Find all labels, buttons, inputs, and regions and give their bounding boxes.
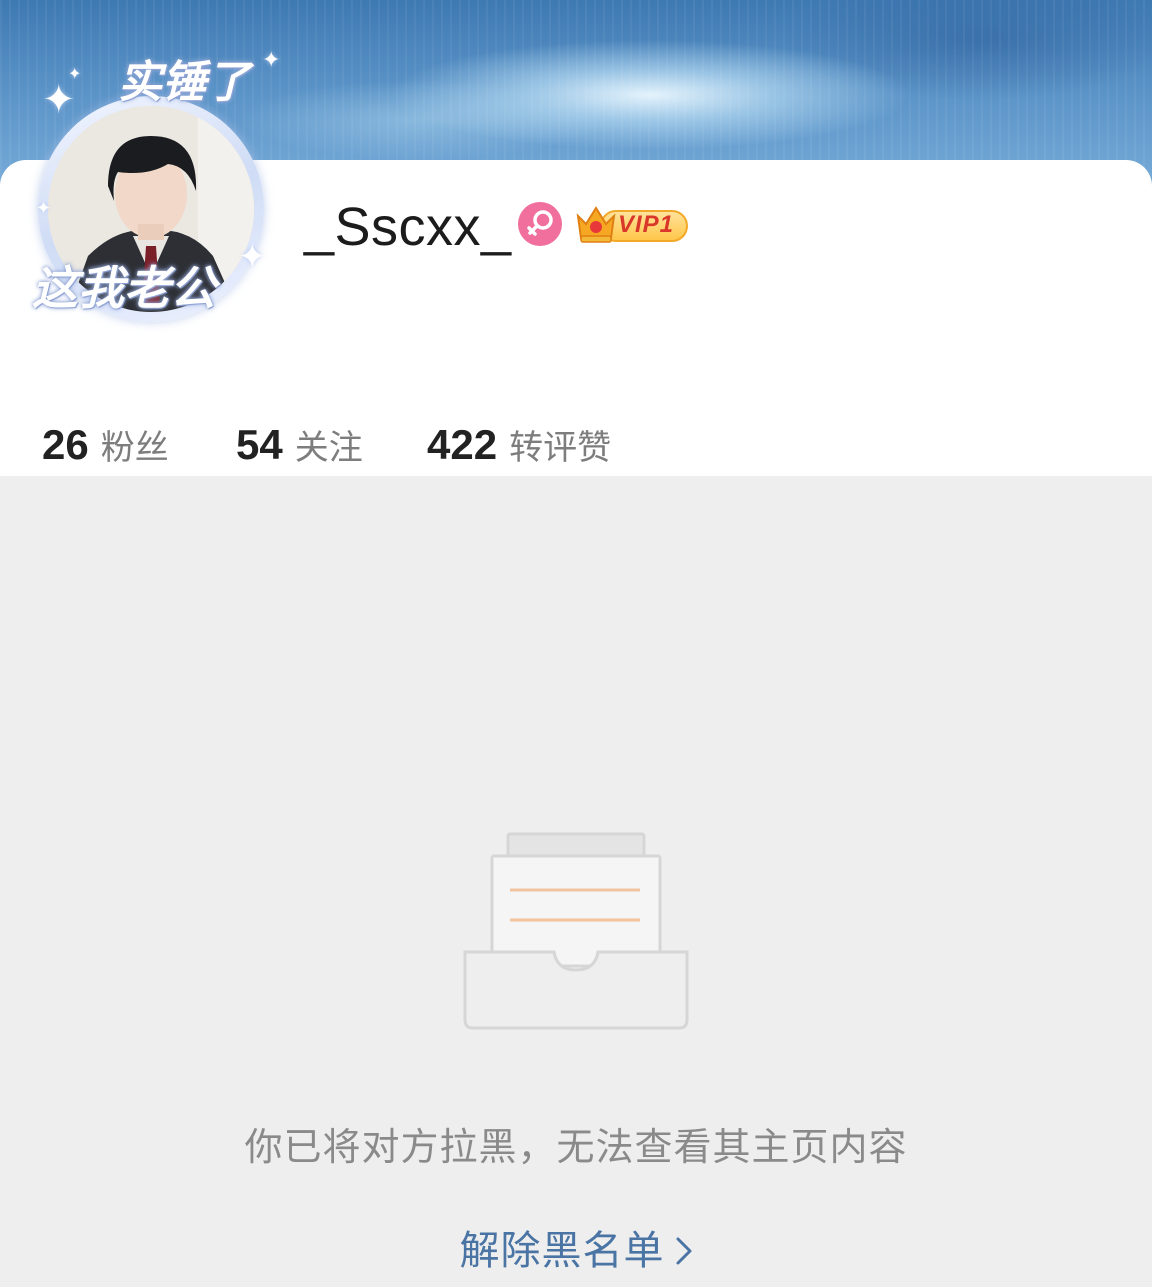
stat-label: 关注 (294, 428, 363, 468)
gender-badge (518, 202, 562, 246)
sparkle-icon: ✦ (262, 48, 281, 73)
empty-inbox-illustration (462, 832, 690, 1032)
chevron-right-icon (675, 1230, 693, 1276)
stat-following[interactable]: 54 关注 (236, 420, 363, 469)
blocked-message: 你已将对方拉黑，无法查看其主页内容 (244, 1125, 908, 1169)
stat-interactions[interactable]: 422 转评赞 (427, 420, 611, 469)
unblock-label: 解除黑名单 (459, 1228, 665, 1274)
avatar-frame-bottom-text: 这我老公 (32, 261, 216, 315)
stat-label: 粉丝 (100, 428, 169, 468)
vip-label: VIP1 (618, 211, 675, 238)
empty-tray-icon (463, 832, 689, 1030)
stat-label: 转评赞 (509, 428, 612, 468)
vip-badge[interactable]: VIP1 (574, 202, 690, 246)
sparkle-icon: ✦ (238, 237, 267, 277)
stat-value: 422 (427, 421, 498, 468)
avatar-frame[interactable]: 实锤了 这我老公 ✦ ✦ ✦ ✦ ✦ (30, 40, 281, 322)
stat-value: 26 (42, 421, 89, 468)
sparkle-icon: ✦ (36, 198, 52, 219)
unblock-button[interactable]: 解除黑名单 (0, 1218, 1152, 1276)
sparkle-icon: ✦ (68, 64, 82, 83)
username: _Sscxx_ (304, 197, 512, 257)
stat-followers[interactable]: 26 粉丝 (42, 420, 169, 469)
stat-value: 54 (236, 421, 283, 468)
sparkle-icon: ✦ (42, 77, 76, 123)
crown-icon (576, 206, 616, 243)
avatar-frame-top-text: 实锤了 (118, 57, 250, 108)
female-symbol-icon (527, 210, 553, 236)
